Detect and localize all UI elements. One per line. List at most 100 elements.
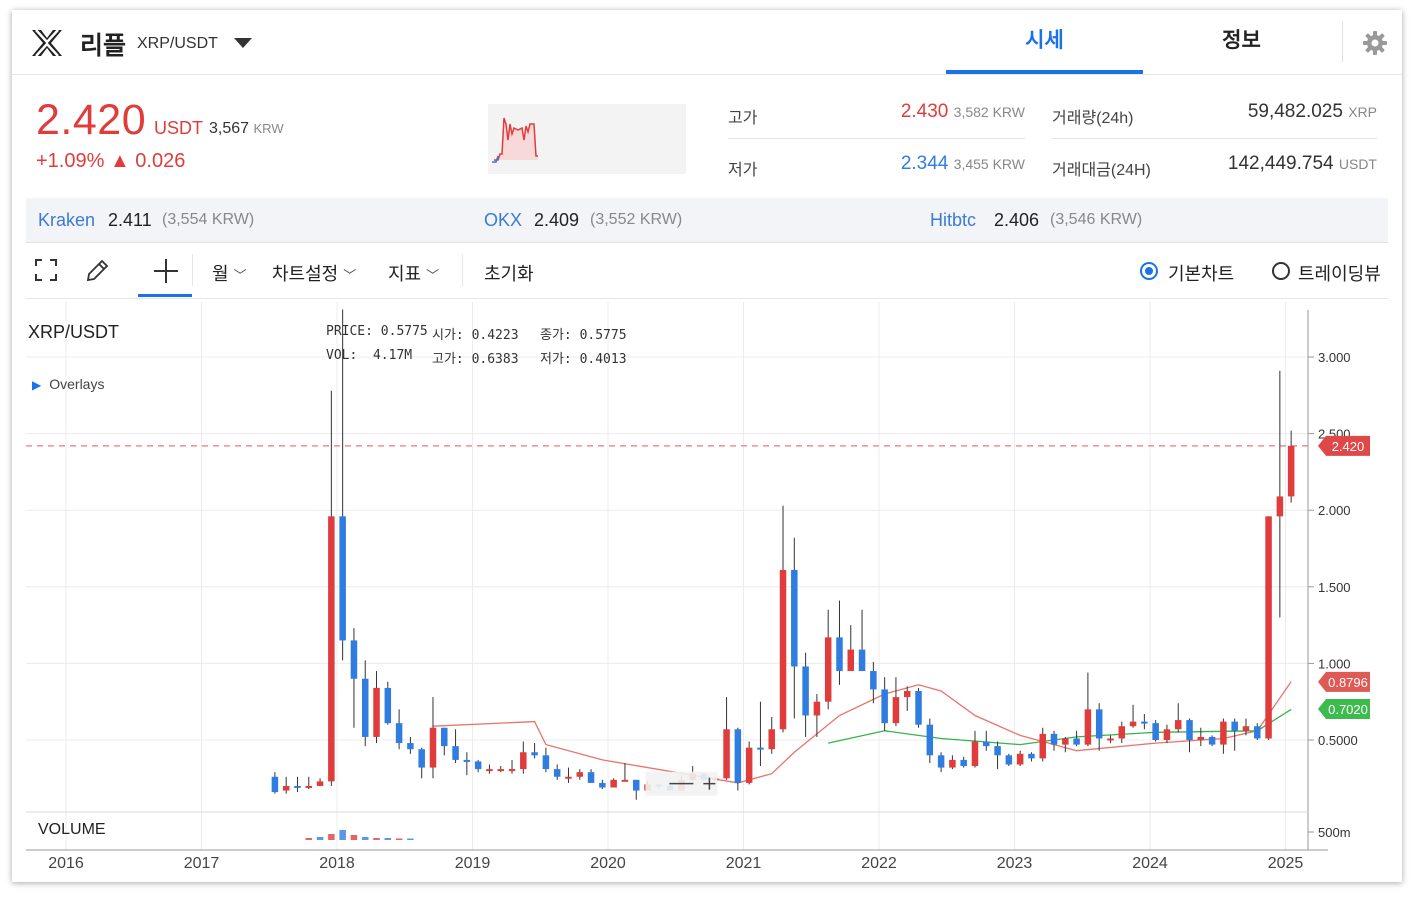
candle-body <box>395 723 403 744</box>
low-krw: 3,455 KRW <box>953 156 1025 172</box>
coin-dropdown-chevron-icon[interactable] <box>234 38 252 48</box>
y-tick-label: 1.000 <box>1318 656 1351 671</box>
indicators-dropdown[interactable]: 지표 ﹀ <box>388 260 439 286</box>
volume-pane-label: VOLUME <box>38 821 106 838</box>
period-dropdown[interactable]: 월 ﹀ <box>212 260 247 286</box>
candle-body <box>497 769 504 772</box>
header-divider <box>1342 22 1343 62</box>
chart-settings-dropdown[interactable]: 차트설정 ﹀ <box>272 260 356 286</box>
x-tick-label: 2018 <box>319 855 355 872</box>
exchange-kraken-krw: (3,554 KRW) <box>162 211 255 228</box>
x-tick-label: 2021 <box>726 855 762 872</box>
legend-price-label: PRICE: <box>326 324 373 339</box>
candle-body <box>599 782 606 788</box>
ma-fast-tag: 0.7020 <box>1318 699 1370 720</box>
price-chart[interactable]: 2016 2017 2018 2019 2020 2021 2022 2023 2024 2025… <box>26 302 1402 876</box>
legend-low-value: 0.4013 <box>579 352 627 367</box>
legend-close: 종가: 0.5775 <box>540 324 627 343</box>
candle-body <box>429 727 437 768</box>
candle-body <box>960 759 967 767</box>
legend-price-value: 0.5775 <box>380 324 428 339</box>
current-price-tag-text: 2.420 <box>1332 439 1365 454</box>
y-tick-label: 0.5000 <box>1318 733 1358 748</box>
overlays-toggle[interactable]: ▶ Overlays <box>32 376 104 392</box>
volume-unit: XRP <box>1348 104 1377 120</box>
exchange-hitbtc-name[interactable]: Hitbtc <box>930 210 976 231</box>
candle-body <box>802 666 809 716</box>
candle-body <box>1016 753 1024 765</box>
candle-body <box>892 697 900 724</box>
mini-sparkline-chart <box>488 104 686 174</box>
volume-tick-label: 500m <box>1318 825 1351 840</box>
candle-body <box>486 769 493 772</box>
candle-body <box>418 749 425 768</box>
candle-body <box>994 746 1001 756</box>
gear-icon[interactable] <box>1362 30 1388 56</box>
tab-price[interactable]: 시세 <box>946 10 1143 74</box>
basic-chart-radio[interactable] <box>1140 262 1158 280</box>
candle-body <box>779 569 787 730</box>
tradingview-label[interactable]: 트레이딩뷰 <box>1298 260 1381 286</box>
xrp-logo-icon <box>32 29 62 57</box>
legend-close-label: 종가: <box>540 328 572 343</box>
exchange-okx-price: 2.409 <box>534 210 580 230</box>
tradingview-radio[interactable] <box>1272 262 1290 280</box>
candle-body <box>1050 733 1058 745</box>
volume-bar <box>373 838 380 840</box>
low-price: 2.344 <box>900 153 949 174</box>
reset-button[interactable]: 초기화 <box>484 260 534 286</box>
amount-unit: USDT <box>1338 156 1377 172</box>
candle-body <box>858 649 866 672</box>
pencil-icon[interactable] <box>84 258 110 284</box>
candle-body <box>757 747 764 750</box>
candle-body <box>361 678 369 737</box>
low-value: 2.344 3,455 KRW <box>870 153 1025 175</box>
candle-body <box>373 687 380 737</box>
candle-body <box>1084 709 1092 745</box>
legend-low: 저가: 0.4013 <box>540 348 627 367</box>
chart-pair-label: XRP/USDT <box>28 322 120 342</box>
volume-value: 59,482.025 XRP <box>1172 101 1377 123</box>
x-tick-label: 2020 <box>590 855 626 872</box>
exchange-okx-name[interactable]: OKX <box>484 210 522 231</box>
candle-body <box>565 776 572 779</box>
ma-fast-tag-text: 0.7020 <box>1328 702 1368 717</box>
x-tick-label: 2017 <box>184 855 220 872</box>
legend-low-label: 저가: <box>540 352 572 367</box>
candle-body <box>350 640 358 679</box>
candle-body <box>937 755 945 768</box>
period-label: 월 <box>212 264 229 284</box>
candle-body <box>463 759 471 762</box>
toolbar-divider-2 <box>462 254 463 286</box>
exchange-kraken-name[interactable]: Kraken <box>38 210 95 231</box>
exchange-kraken-price: 2.411 <box>108 210 152 230</box>
candle-body <box>847 649 855 672</box>
legend-high-value: 0.6383 <box>471 352 519 367</box>
fullscreen-icon[interactable] <box>34 258 58 282</box>
current-price-tag: 2.420 <box>1318 435 1370 456</box>
low-label: 저가 <box>728 162 758 179</box>
candle-body <box>305 785 313 788</box>
y-tick-label: 3.000 <box>1318 350 1351 365</box>
toolbar-divider <box>192 254 193 286</box>
candle-body <box>824 637 832 702</box>
tab-info[interactable]: 정보 <box>1143 10 1340 74</box>
tab-price-label: 시세 <box>1025 29 1064 52</box>
legend-open-value: 0.4223 <box>471 328 519 343</box>
candle-body <box>474 761 482 770</box>
coin-name: 리플 <box>80 32 127 60</box>
candle-body <box>870 671 877 690</box>
high-price: 2.430 <box>900 101 949 122</box>
candle-body <box>949 759 956 768</box>
crosshair-plus-icon[interactable] <box>152 257 180 285</box>
basic-chart-label[interactable]: 기본차트 <box>1168 260 1234 286</box>
high-value: 2.430 3,582 KRW <box>870 101 1025 123</box>
candle-body <box>971 741 979 767</box>
last-price: 2.420 <box>36 96 147 144</box>
legend-open-label: 시가: <box>432 328 464 343</box>
candle-body <box>1197 736 1205 740</box>
exchange-hitbtc-price: 2.406 <box>994 210 1040 230</box>
volume-bar <box>316 837 324 840</box>
candle-body <box>734 729 742 783</box>
price-unit: USDT <box>154 118 203 138</box>
